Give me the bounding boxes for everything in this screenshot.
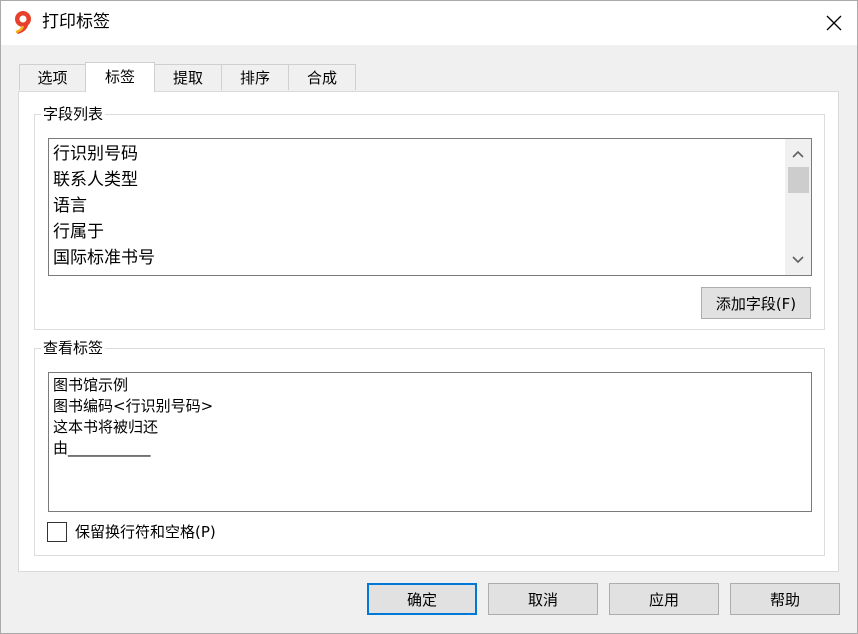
scroll-down-button[interactable]: [785, 245, 811, 275]
tab-options[interactable]: 选项: [19, 64, 86, 90]
scroll-thumb[interactable]: [788, 167, 809, 193]
field-list-label: 字段列表: [41, 104, 106, 124]
ok-button[interactable]: 确定: [367, 583, 477, 615]
tab-sort[interactable]: 排序: [221, 64, 289, 90]
chevron-down-icon: [792, 256, 804, 264]
preview-line: 图书馆示例: [53, 376, 129, 394]
cancel-button[interactable]: 取消: [488, 583, 598, 615]
title-bar: 打印标签: [1, 1, 857, 45]
help-button[interactable]: 帮助: [730, 583, 840, 615]
view-label-label: 查看标签: [41, 338, 106, 358]
chevron-up-icon: [792, 150, 804, 158]
tab-labels[interactable]: 标签: [85, 62, 155, 92]
keep-linebreaks-checkbox[interactable]: [47, 522, 67, 542]
dialog-window: 打印标签 选项 标签 提取 排序 合成 字段列表 行识别号码 联系人类型 语言 …: [0, 0, 858, 634]
preview-line: 这本书将被归还: [53, 418, 159, 436]
scroll-up-button[interactable]: [785, 139, 811, 169]
keep-linebreaks-label[interactable]: 保留换行符和空格(P): [75, 521, 216, 543]
vertical-scrollbar[interactable]: [785, 139, 811, 275]
tab-panel-labels: 字段列表 行识别号码 联系人类型 语言 行属于 国际标准书号 添加字段(F) 查…: [18, 91, 839, 572]
field-listbox[interactable]: 行识别号码 联系人类型 语言 行属于 国际标准书号: [48, 138, 812, 276]
list-item[interactable]: 国际标准书号: [49, 245, 811, 271]
add-field-button[interactable]: 添加字段(F): [701, 287, 811, 319]
list-item[interactable]: 行识别号码: [49, 141, 811, 167]
close-button[interactable]: [811, 1, 857, 45]
tab-merge[interactable]: 合成: [288, 64, 356, 90]
list-item[interactable]: 行属于: [49, 219, 811, 245]
app-9-icon: [15, 11, 31, 34]
label-preview-textarea[interactable]: 图书馆示例 图书编码<行识别号码> 这本书将被归还 由___________: [48, 372, 812, 512]
tab-extract[interactable]: 提取: [154, 64, 222, 90]
field-list-group: 字段列表 行识别号码 联系人类型 语言 行属于 国际标准书号 添加字段(F): [34, 104, 825, 330]
apply-button[interactable]: 应用: [609, 583, 719, 615]
window-title: 打印标签: [42, 12, 110, 32]
preview-line: 图书编码<行识别号码>: [53, 397, 214, 415]
preview-line: 由___________: [53, 439, 151, 457]
close-icon: [826, 15, 842, 31]
list-item[interactable]: 语言: [49, 193, 811, 219]
list-item[interactable]: 联系人类型: [49, 167, 811, 193]
